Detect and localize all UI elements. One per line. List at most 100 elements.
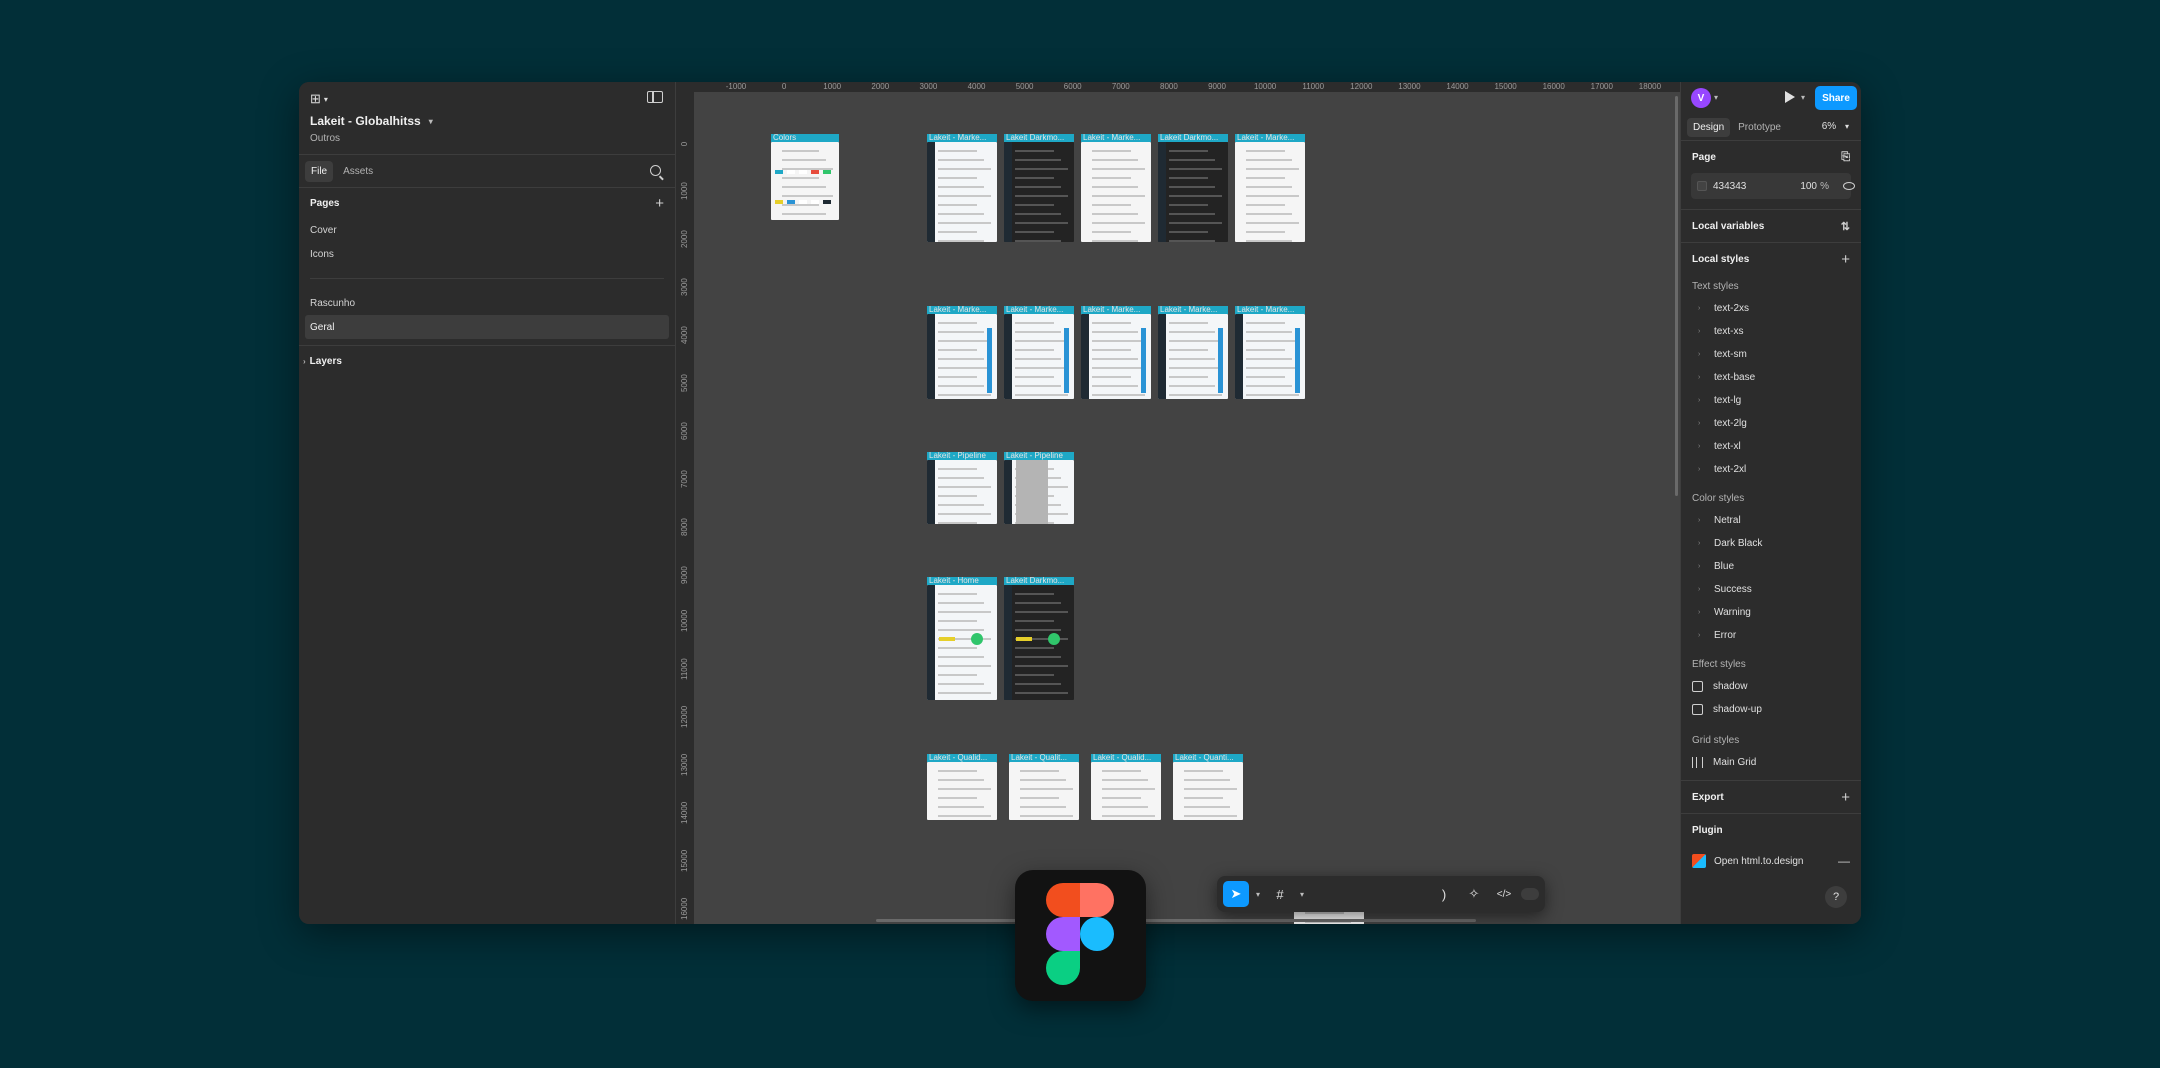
- chevron-down-icon[interactable]: ▾: [1801, 93, 1805, 102]
- frame-title[interactable]: Lakeit - Qualit...: [1009, 754, 1079, 762]
- page-color-swatch[interactable]: [1697, 181, 1707, 191]
- design-frame[interactable]: [1235, 142, 1305, 242]
- actions-icon[interactable]: ✧: [1461, 881, 1487, 907]
- page-color-value[interactable]: 434343: [1713, 181, 1746, 192]
- variables-icon[interactable]: ⇅: [1841, 220, 1850, 233]
- frame-title[interactable]: Lakeit - Marke...: [1081, 134, 1151, 142]
- frame-title[interactable]: Lakeit Darkmo...: [1004, 134, 1074, 142]
- frame-title[interactable]: Lakeit - Pipeline: [1004, 452, 1074, 460]
- page-color-row[interactable]: 434343 100 %: [1691, 173, 1855, 199]
- effect-style-item[interactable]: shadow: [1681, 675, 1861, 698]
- text-style-item[interactable]: › text-lg: [1681, 389, 1861, 412]
- color-style-item[interactable]: › Dark Black: [1681, 532, 1861, 555]
- page-item-geral[interactable]: Geral: [305, 315, 669, 339]
- text-style-item[interactable]: › text-xs: [1681, 320, 1861, 343]
- chevron-down-icon[interactable]: ▾: [1714, 93, 1718, 102]
- frame-tool-icon[interactable]: #: [1267, 881, 1293, 907]
- chevron-down-icon[interactable]: ▾: [1253, 890, 1263, 899]
- text-style-item[interactable]: › text-xl: [1681, 435, 1861, 458]
- add-export-icon[interactable]: +: [1841, 789, 1850, 806]
- file-name-button[interactable]: Lakeit - Globalhitss ▾: [310, 114, 433, 128]
- main-menu-button[interactable]: ⊞ ▾: [310, 90, 336, 108]
- design-frame[interactable]: [1158, 314, 1228, 399]
- eye-icon[interactable]: [1843, 182, 1855, 190]
- design-frame[interactable]: [1004, 585, 1074, 700]
- frame-title[interactable]: Lakeit - Marke...: [927, 306, 997, 314]
- tab-prototype[interactable]: Prototype: [1732, 118, 1787, 137]
- frame-title[interactable]: Lakeit - Marke...: [1004, 306, 1074, 314]
- color-style-item[interactable]: › Blue: [1681, 555, 1861, 578]
- design-frame[interactable]: [1081, 142, 1151, 242]
- present-icon[interactable]: [1785, 91, 1795, 103]
- remove-plugin-icon[interactable]: —: [1838, 854, 1850, 868]
- text-style-item[interactable]: › text-2lg: [1681, 412, 1861, 435]
- design-frame[interactable]: [1091, 762, 1161, 820]
- frame-title[interactable]: Lakeit - Home: [927, 577, 997, 585]
- frame-title[interactable]: Lakeit - Marke...: [1235, 306, 1305, 314]
- vertical-scrollbar[interactable]: [1675, 96, 1678, 496]
- move-tool-icon[interactable]: ➤: [1223, 881, 1249, 907]
- frame-title[interactable]: Colors: [771, 134, 839, 142]
- tab-design[interactable]: Design: [1687, 117, 1731, 137]
- design-frame[interactable]: [927, 460, 997, 524]
- frame-title[interactable]: Lakeit - Pipeline: [927, 452, 997, 460]
- design-frame[interactable]: [927, 142, 997, 242]
- add-page-icon[interactable]: +: [655, 195, 664, 212]
- design-frame[interactable]: [927, 585, 997, 700]
- avatar[interactable]: V: [1691, 88, 1711, 108]
- grid-style-item[interactable]: Main Grid: [1681, 751, 1861, 774]
- page-item-cover[interactable]: Cover: [305, 218, 669, 242]
- frame-title[interactable]: Lakeit - Marke...: [1158, 306, 1228, 314]
- frame-title[interactable]: Lakeit - Qualid...: [927, 754, 997, 762]
- frame-title[interactable]: Lakeit Darkmo...: [1004, 577, 1074, 585]
- frame-title[interactable]: Lakeit - Quanti...: [1173, 754, 1243, 762]
- frame-title[interactable]: Lakeit - Qualid...: [1091, 754, 1161, 762]
- text-style-item[interactable]: › text-2xs: [1681, 297, 1861, 320]
- text-style-item[interactable]: › text-base: [1681, 366, 1861, 389]
- design-frame[interactable]: [927, 762, 997, 820]
- design-frame[interactable]: [1235, 314, 1305, 399]
- page-settings-icon[interactable]: ⎘: [1841, 151, 1850, 164]
- text-style-item[interactable]: › text-sm: [1681, 343, 1861, 366]
- color-style-item[interactable]: › Warning: [1681, 601, 1861, 624]
- design-frame[interactable]: [1173, 762, 1243, 820]
- dev-mode-toggle[interactable]: [1521, 888, 1539, 900]
- text-style-item[interactable]: › text-2xl: [1681, 458, 1861, 481]
- search-icon[interactable]: [650, 165, 661, 176]
- help-button[interactable]: ?: [1825, 886, 1847, 908]
- share-button[interactable]: Share: [1815, 86, 1857, 110]
- dev-mode-icon[interactable]: </>: [1491, 881, 1517, 907]
- design-frame[interactable]: [1004, 314, 1074, 399]
- design-frame[interactable]: [1009, 762, 1079, 820]
- project-name[interactable]: Outros: [310, 133, 340, 144]
- design-frame[interactable]: [1081, 314, 1151, 399]
- local-variables-header[interactable]: Local variables ⇅: [1681, 210, 1861, 242]
- frame-title[interactable]: Lakeit - Marke...: [1235, 134, 1305, 142]
- frame-title[interactable]: Lakeit Darkmo...: [1158, 134, 1228, 142]
- canvas[interactable]: -1000 0 1000 2000 3000 4000 5000 6000 7000 8000 90…: [676, 82, 1680, 924]
- design-frame[interactable]: [927, 314, 997, 399]
- frame-title[interactable]: Lakeit - Marke...: [927, 134, 997, 142]
- page-item-rascunho[interactable]: Rascunho: [305, 291, 669, 315]
- effect-style-item[interactable]: shadow-up: [1681, 698, 1861, 721]
- horizontal-scrollbar[interactable]: [876, 919, 1476, 922]
- chevron-down-icon[interactable]: ▾: [1297, 890, 1307, 899]
- color-style-item[interactable]: › Error: [1681, 624, 1861, 647]
- comment-tool-icon[interactable]: ): [1431, 881, 1457, 907]
- colors-board[interactable]: [771, 142, 839, 220]
- frame-title[interactable]: Lakeit - Marke...: [1081, 306, 1151, 314]
- design-frame[interactable]: [1158, 142, 1228, 242]
- plugin-item[interactable]: Open html.to.design —: [1681, 846, 1861, 876]
- tab-assets[interactable]: Assets: [337, 161, 379, 182]
- add-style-icon[interactable]: +: [1841, 251, 1850, 268]
- color-style-item[interactable]: › Netral: [1681, 509, 1861, 532]
- export-header[interactable]: Export +: [1681, 781, 1861, 813]
- zoom-level[interactable]: 6% ▾: [1822, 121, 1849, 132]
- tab-file[interactable]: File: [305, 160, 334, 182]
- page-item-icons[interactable]: Icons: [305, 242, 669, 266]
- sidebar-toggle-icon[interactable]: [647, 91, 663, 103]
- design-frame[interactable]: [1004, 142, 1074, 242]
- design-frame[interactable]: [1004, 460, 1074, 524]
- color-style-item[interactable]: › Success: [1681, 578, 1861, 601]
- layers-header[interactable]: › Layers: [299, 346, 675, 376]
